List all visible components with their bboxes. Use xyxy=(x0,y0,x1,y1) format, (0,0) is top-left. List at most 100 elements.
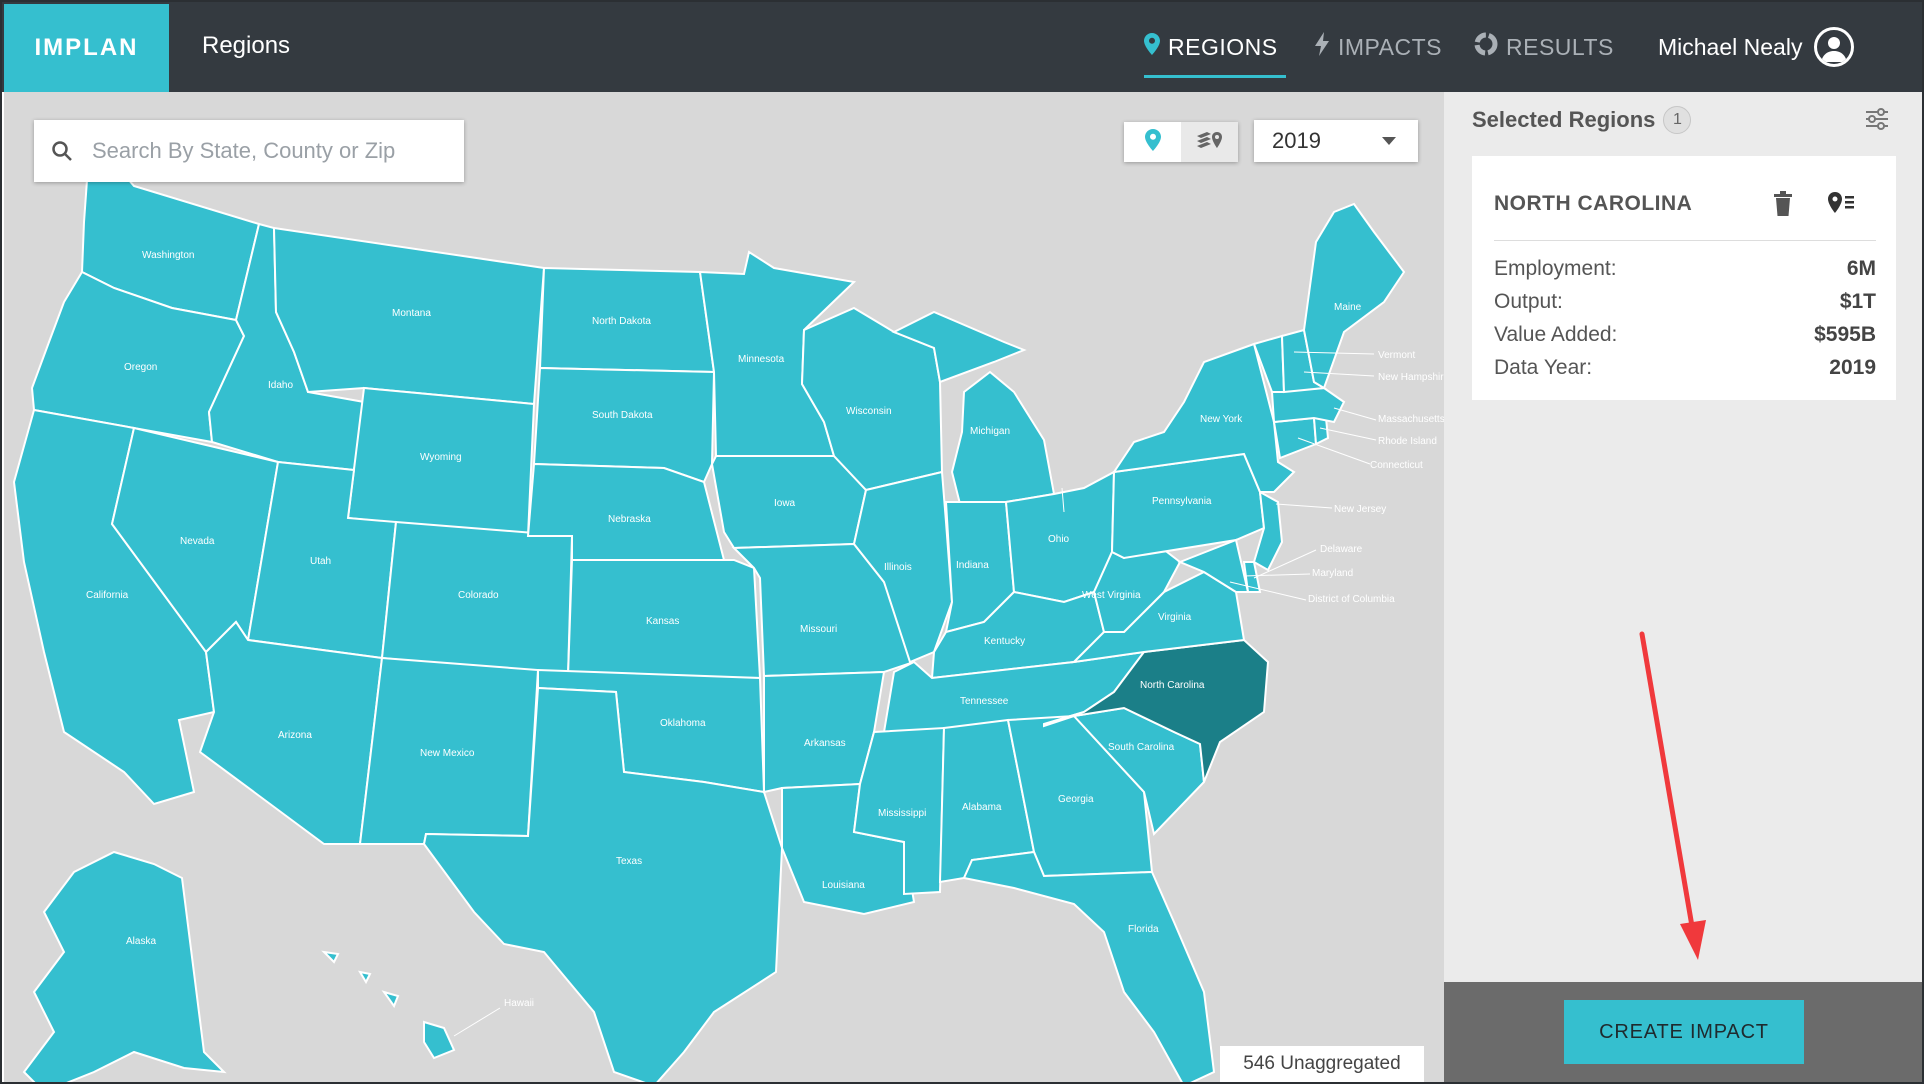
region-card: NORTH CAROLINA Employment: 6M Output: $1… xyxy=(1472,156,1896,400)
region-name: NORTH CAROLINA xyxy=(1494,192,1693,215)
label-illinois: Illinois xyxy=(884,562,912,573)
label-north-carolina: North Carolina xyxy=(1140,680,1205,691)
label-hawaii: Hawaii xyxy=(504,998,534,1009)
top-bar: IMPLAN Regions REGIONS IMPACTS RESULTS M… xyxy=(2,2,1922,92)
year-value: 2019 xyxy=(1272,128,1321,153)
stat-label: Data Year: xyxy=(1494,355,1593,379)
nav-results-label: RESULTS xyxy=(1506,33,1614,60)
label-kansas: Kansas xyxy=(646,616,679,627)
stat-output: Output: $1T xyxy=(1494,285,1876,318)
app-window: IMPLAN Regions REGIONS IMPACTS RESULTS M… xyxy=(0,0,1924,1084)
nav-regions[interactable]: REGIONS xyxy=(1144,2,1286,92)
map-pin-icon xyxy=(1144,128,1161,156)
selected-count-badge: 1 xyxy=(1663,106,1692,134)
label-florida: Florida xyxy=(1128,924,1159,935)
us-map[interactable]: Washington Oregon California Idaho Nevad… xyxy=(4,92,1444,1084)
label-massachusetts: Massachusetts xyxy=(1378,414,1444,425)
label-nebraska: Nebraska xyxy=(608,514,651,525)
search-box[interactable] xyxy=(34,120,464,182)
search-icon xyxy=(50,139,74,163)
map-pin-icon xyxy=(1144,33,1160,61)
label-wyoming: Wyoming xyxy=(420,452,462,463)
user-avatar-icon xyxy=(1814,27,1855,67)
label-dc: District of Columbia xyxy=(1308,594,1395,605)
pie-chart-icon xyxy=(1474,32,1498,62)
label-wisconsin: Wisconsin xyxy=(846,406,892,417)
card-divider xyxy=(1494,240,1876,241)
panel-header: Selected Regions 1 xyxy=(1472,106,1692,134)
label-louisiana: Louisiana xyxy=(822,880,865,891)
nav-impacts[interactable]: IMPACTS xyxy=(1314,2,1442,92)
search-input[interactable] xyxy=(92,138,452,164)
label-missouri: Missouri xyxy=(800,624,837,635)
label-mississippi: Mississippi xyxy=(878,808,926,819)
create-impact-button[interactable]: CREATE IMPACT xyxy=(1564,1000,1804,1064)
region-stats: Employment: 6M Output: $1T Value Added: … xyxy=(1494,252,1876,384)
label-ohio: Ohio xyxy=(1048,534,1070,545)
implan-logo[interactable]: IMPLAN xyxy=(4,4,169,92)
stat-employment: Employment: 6M xyxy=(1494,252,1876,285)
state-hawaii[interactable] xyxy=(321,950,456,1060)
label-washington: Washington xyxy=(142,250,194,261)
layers-pin-icon xyxy=(1195,130,1225,155)
stat-label: Output: xyxy=(1494,289,1563,313)
label-california: California xyxy=(86,590,129,601)
nav-impacts-label: IMPACTS xyxy=(1338,33,1443,60)
label-minnesota: Minnesota xyxy=(738,354,785,365)
label-west-virginia: West Virginia xyxy=(1082,590,1141,601)
label-texas: Texas xyxy=(616,856,642,867)
hawaii-leader xyxy=(453,1007,501,1037)
trash-icon[interactable] xyxy=(1772,190,1794,218)
label-alabama: Alabama xyxy=(962,802,1002,813)
label-new-mexico: New Mexico xyxy=(420,748,475,759)
label-north-dakota: North Dakota xyxy=(592,316,651,327)
user-menu[interactable]: Michael Nealy xyxy=(1658,2,1855,92)
label-iowa: Iowa xyxy=(774,498,796,509)
label-delaware: Delaware xyxy=(1320,544,1363,555)
stat-value: $1T xyxy=(1839,289,1876,313)
label-new-york: New York xyxy=(1200,414,1243,425)
label-oregon: Oregon xyxy=(124,362,157,373)
label-new-jersey: New Jersey xyxy=(1334,504,1386,515)
label-georgia: Georgia xyxy=(1058,794,1094,805)
label-virginia: Virginia xyxy=(1158,612,1192,623)
state-alaska[interactable] xyxy=(22,850,227,1084)
label-oklahoma: Oklahoma xyxy=(660,718,706,729)
stat-value: 6M xyxy=(1846,256,1876,280)
panel-title: Selected Regions xyxy=(1472,107,1656,132)
stat-label: Value Added: xyxy=(1494,322,1618,346)
multi-region-mode-button[interactable] xyxy=(1181,122,1238,162)
map-mode-toggle xyxy=(1124,122,1238,162)
state-rhode-island[interactable] xyxy=(1312,417,1330,446)
label-utah: Utah xyxy=(310,556,331,567)
label-vermont: Vermont xyxy=(1378,350,1415,361)
nav-regions-label: REGIONS xyxy=(1168,33,1278,60)
stat-value: $595B xyxy=(1814,322,1876,346)
stat-value-added: Value Added: $595B xyxy=(1494,318,1876,351)
state-florida[interactable] xyxy=(962,850,1216,1084)
state-michigan[interactable] xyxy=(950,370,1056,506)
lightning-icon xyxy=(1314,32,1330,62)
stat-data-year: Data Year: 2019 xyxy=(1494,351,1876,384)
label-colorado: Colorado xyxy=(458,590,499,601)
single-region-mode-button[interactable] xyxy=(1124,122,1181,162)
nav-results[interactable]: RESULTS xyxy=(1474,2,1614,92)
stat-value: 2019 xyxy=(1829,355,1876,379)
label-arkansas: Arkansas xyxy=(804,738,846,749)
state-connecticut[interactable] xyxy=(1272,416,1318,460)
state-massachusetts[interactable] xyxy=(1270,386,1346,424)
unaggregated-count: 546 Unaggregated xyxy=(1220,1046,1424,1082)
chevron-down-icon xyxy=(1382,137,1396,145)
label-rhode-island: Rhode Island xyxy=(1378,436,1437,447)
filter-sliders-icon[interactable] xyxy=(1862,104,1892,134)
label-indiana: Indiana xyxy=(956,560,989,571)
label-kentucky: Kentucky xyxy=(984,636,1025,647)
selected-regions-panel: Selected Regions 1 NORTH CAROLINA Employ… xyxy=(1444,92,1922,1082)
label-tennessee: Tennessee xyxy=(960,696,1009,707)
panel-footer: CREATE IMPACT xyxy=(1444,982,1922,1082)
page-title: Regions xyxy=(202,32,291,59)
label-maryland: Maryland xyxy=(1312,568,1353,579)
year-select[interactable]: 2019 xyxy=(1254,120,1418,162)
label-pennsylvania: Pennsylvania xyxy=(1152,496,1212,507)
locate-region-icon[interactable] xyxy=(1826,190,1856,218)
